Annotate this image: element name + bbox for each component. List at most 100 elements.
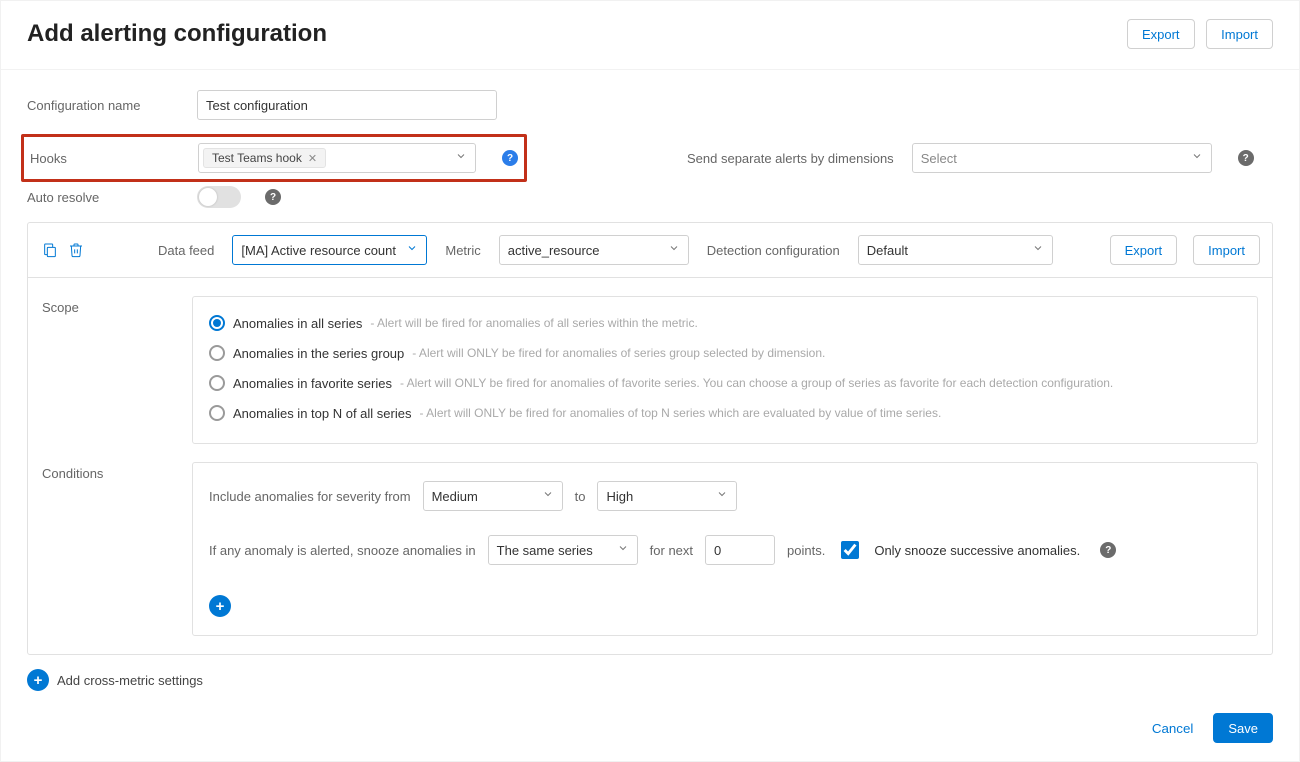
highlighted-hooks-group: Hooks Test Teams hook ✕ ? (21, 134, 527, 182)
detection-label: Detection configuration (707, 243, 840, 258)
scope-option-topn[interactable]: Anomalies in top N of all series - Alert… (209, 405, 1241, 421)
points-label: points. (787, 543, 825, 558)
conditions-label: Conditions (42, 462, 172, 636)
help-icon[interactable]: ? (265, 189, 281, 205)
scope-option-desc: - Alert will ONLY be fired for anomalies… (412, 346, 825, 360)
toggle-knob (199, 188, 217, 206)
snooze-scope-select[interactable]: The same series (488, 535, 638, 565)
severity-to-value: High (606, 489, 633, 504)
chevron-down-icon (668, 242, 680, 257)
scope-option-all[interactable]: Anomalies in all series - Alert will be … (209, 315, 1241, 331)
row-config-name: Configuration name (27, 90, 1273, 120)
hooks-chip-label: Test Teams hook (212, 151, 302, 165)
for-next-text: for next (650, 543, 693, 558)
cancel-button[interactable]: Cancel (1140, 721, 1206, 736)
points-input[interactable] (705, 535, 775, 565)
detection-select[interactable]: Default (858, 235, 1053, 265)
plus-circle-icon (27, 669, 49, 691)
scope-option-label: Anomalies in favorite series (233, 376, 392, 391)
scope-option-label: Anomalies in the series group (233, 346, 404, 361)
chevron-down-icon (1191, 150, 1203, 165)
separate-alerts-value: Select (921, 151, 957, 166)
auto-resolve-label: Auto resolve (27, 190, 177, 205)
chip-remove-icon[interactable]: ✕ (308, 152, 317, 165)
cross-metric-label: Add cross-metric settings (57, 673, 203, 688)
panel-header: Data feed [MA] Active resource count Met… (28, 223, 1272, 278)
scope-radio-group[interactable] (209, 345, 225, 361)
to-text: to (575, 489, 586, 504)
save-button[interactable]: Save (1213, 713, 1273, 743)
separate-alerts-label: Send separate alerts by dimensions (687, 151, 894, 166)
help-icon[interactable]: ? (502, 150, 518, 166)
detection-value: Default (867, 243, 908, 258)
only-successive-checkbox[interactable] (841, 541, 859, 559)
header-actions: Export Import (1127, 19, 1273, 49)
page-title: Add alerting configuration (27, 20, 327, 48)
export-button[interactable]: Export (1127, 19, 1195, 49)
data-feed-select[interactable]: [MA] Active resource count (232, 235, 427, 265)
add-condition-button[interactable] (209, 595, 231, 617)
chevron-down-icon (1032, 242, 1044, 257)
scope-option-desc: - Alert will ONLY be fired for anomalies… (400, 376, 1113, 390)
scope-option-desc: - Alert will be fired for anomalies of a… (370, 316, 697, 330)
trash-icon[interactable] (66, 240, 86, 260)
severity-from-value: Medium (432, 489, 478, 504)
help-icon[interactable]: ? (1100, 542, 1116, 558)
row-auto-resolve: Auto resolve ? (27, 186, 1273, 208)
panel-export-button[interactable]: Export (1110, 235, 1178, 265)
header: Add alerting configuration Export Import (1, 1, 1299, 70)
snooze-line: If any anomaly is alerted, snooze anomal… (209, 535, 1241, 565)
metric-label: Metric (445, 243, 480, 258)
separate-alerts-select[interactable]: Select (912, 143, 1212, 173)
panel-import-button[interactable]: Import (1193, 235, 1260, 265)
footer: Cancel Save (1140, 713, 1273, 743)
data-feed-value: [MA] Active resource count (241, 243, 396, 258)
help-icon[interactable]: ? (1238, 150, 1254, 166)
hooks-combobox[interactable]: Test Teams hook ✕ (198, 143, 476, 173)
scope-radio-all[interactable] (209, 315, 225, 331)
conditions-section: Conditions Include anomalies for severit… (28, 462, 1272, 654)
config-name-label: Configuration name (27, 98, 177, 113)
top-form: Configuration name Hooks Test Teams hook… (1, 70, 1299, 208)
severity-line: Include anomalies for severity from Medi… (209, 481, 1241, 511)
scope-radio-topn[interactable] (209, 405, 225, 421)
auto-resolve-toggle[interactable] (197, 186, 241, 208)
panel-actions: Export Import (1110, 235, 1260, 265)
severity-text: Include anomalies for severity from (209, 489, 411, 504)
scope-option-desc: - Alert will ONLY be fired for anomalies… (419, 406, 941, 420)
snooze-scope-value: The same series (497, 543, 593, 558)
scope-content: Anomalies in all series - Alert will be … (192, 296, 1258, 444)
page: Add alerting configuration Export Import… (0, 0, 1300, 762)
hooks-chip: Test Teams hook ✕ (203, 148, 326, 168)
conditions-content: Include anomalies for severity from Medi… (192, 462, 1258, 636)
scope-radio-favorite[interactable] (209, 375, 225, 391)
only-successive-label: Only snooze successive anomalies. (874, 543, 1080, 558)
row-hooks-and-separate: Hooks Test Teams hook ✕ ? Send separate … (27, 134, 1273, 182)
scope-option-favorite[interactable]: Anomalies in favorite series - Alert wil… (209, 375, 1241, 391)
cross-metric-link[interactable]: Add cross-metric settings (27, 669, 1273, 691)
snooze-pre-text: If any anomaly is alerted, snooze anomal… (209, 543, 476, 558)
severity-to-select[interactable]: High (597, 481, 737, 511)
data-feed-label: Data feed (158, 243, 214, 258)
severity-from-select[interactable]: Medium (423, 481, 563, 511)
scope-option-group[interactable]: Anomalies in the series group - Alert wi… (209, 345, 1241, 361)
hooks-label: Hooks (30, 151, 180, 166)
chevron-down-icon (716, 488, 728, 503)
metric-panel: Data feed [MA] Active resource count Met… (27, 222, 1273, 655)
scope-option-label: Anomalies in all series (233, 316, 362, 331)
add-condition-row (209, 595, 1241, 617)
chevron-down-icon (406, 242, 418, 257)
chevron-down-icon (617, 542, 629, 557)
scope-option-label: Anomalies in top N of all series (233, 406, 411, 421)
metric-select[interactable]: active_resource (499, 235, 689, 265)
import-button[interactable]: Import (1206, 19, 1273, 49)
separate-alerts-group: Send separate alerts by dimensions Selec… (687, 134, 1254, 182)
scope-section: Scope Anomalies in all series - Alert wi… (28, 278, 1272, 462)
chevron-down-icon (455, 150, 467, 165)
chevron-down-icon (542, 488, 554, 503)
scope-label: Scope (42, 296, 172, 444)
metric-value: active_resource (508, 243, 600, 258)
config-name-input[interactable] (197, 90, 497, 120)
copy-icon[interactable] (40, 240, 60, 260)
panel-icons (40, 240, 86, 260)
